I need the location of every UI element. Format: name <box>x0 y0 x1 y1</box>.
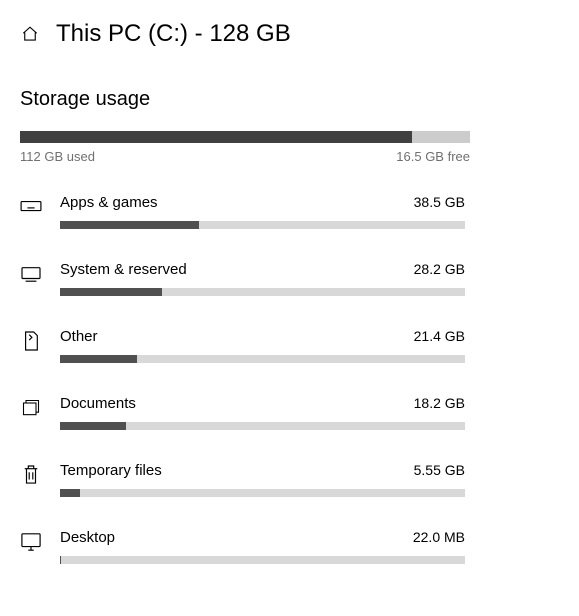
category-row[interactable]: Desktop 22.0 MB <box>20 529 559 564</box>
category-row[interactable]: Apps & games 38.5 GB <box>20 194 559 229</box>
category-name: Temporary files <box>60 462 162 479</box>
category-bar-fill <box>60 422 126 430</box>
temp-icon <box>20 464 42 486</box>
category-bar <box>60 221 465 229</box>
category-name: Documents <box>60 395 136 412</box>
category-content: Documents 18.2 GB <box>60 395 465 430</box>
category-header: Apps & games 38.5 GB <box>60 194 465 211</box>
used-label: 112 GB used <box>20 149 95 164</box>
category-header: Temporary files 5.55 GB <box>60 462 465 479</box>
category-name: Apps & games <box>60 194 158 211</box>
documents-icon <box>20 397 42 419</box>
category-row[interactable]: System & reserved 28.2 GB <box>20 261 559 296</box>
category-bar <box>60 288 465 296</box>
category-bar-fill <box>60 221 199 229</box>
overall-usage-labels: 112 GB used 16.5 GB free <box>20 149 470 164</box>
system-icon <box>20 263 42 285</box>
category-size: 38.5 GB <box>414 194 465 210</box>
category-size: 22.0 MB <box>413 529 465 545</box>
category-content: System & reserved 28.2 GB <box>60 261 465 296</box>
home-icon[interactable] <box>20 24 40 44</box>
category-bar-fill <box>60 355 137 363</box>
category-name: Other <box>60 328 98 345</box>
category-size: 5.55 GB <box>414 462 465 478</box>
category-size: 21.4 GB <box>414 328 465 344</box>
category-content: Other 21.4 GB <box>60 328 465 363</box>
category-header: System & reserved 28.2 GB <box>60 261 465 278</box>
page-title: This PC (C:) - 128 GB <box>56 20 291 48</box>
overall-usage-bar-fill <box>20 131 412 143</box>
category-content: Desktop 22.0 MB <box>60 529 465 564</box>
category-content: Temporary files 5.55 GB <box>60 462 465 497</box>
category-name: System & reserved <box>60 261 187 278</box>
category-content: Apps & games 38.5 GB <box>60 194 465 229</box>
category-bar <box>60 489 465 497</box>
category-row[interactable]: Temporary files 5.55 GB <box>20 462 559 497</box>
category-header: Other 21.4 GB <box>60 328 465 345</box>
desktop-icon <box>20 531 42 553</box>
other-icon <box>20 330 42 352</box>
section-title: Storage usage <box>20 88 559 111</box>
category-bar-fill <box>60 288 162 296</box>
categories-list: Apps & games 38.5 GB System & reserved 2… <box>20 194 559 564</box>
category-bar <box>60 556 465 564</box>
category-row[interactable]: Documents 18.2 GB <box>20 395 559 430</box>
apps-icon <box>20 196 42 218</box>
page-header: This PC (C:) - 128 GB <box>20 20 559 48</box>
free-label: 16.5 GB free <box>396 149 470 164</box>
category-size: 28.2 GB <box>414 261 465 277</box>
category-bar <box>60 355 465 363</box>
category-bar-fill <box>60 489 80 497</box>
category-size: 18.2 GB <box>414 395 465 411</box>
overall-usage-bar <box>20 131 470 143</box>
category-row[interactable]: Other 21.4 GB <box>20 328 559 363</box>
category-bar <box>60 422 465 430</box>
category-header: Documents 18.2 GB <box>60 395 465 412</box>
